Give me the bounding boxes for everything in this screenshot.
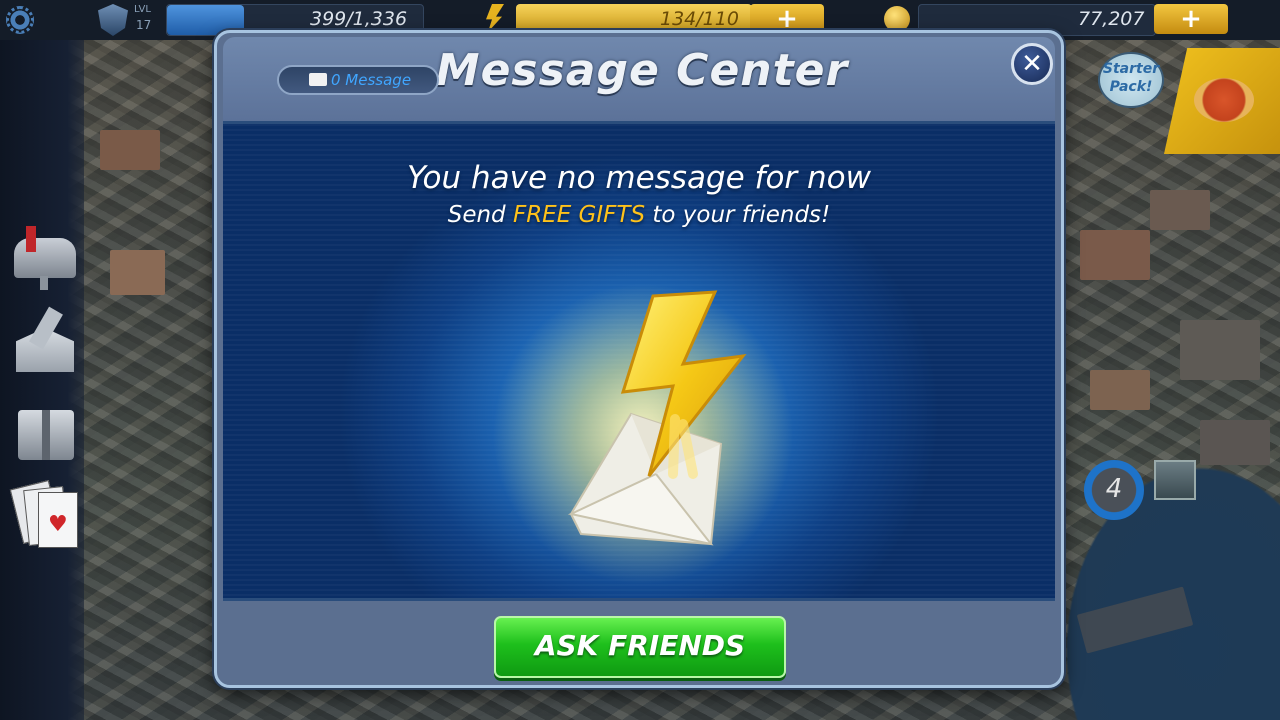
add-coins-button[interactable]: + [1154,4,1228,34]
map-pin-icon[interactable]: 4 [1084,460,1144,520]
left-side-panel [0,40,84,720]
envelope-icon [309,73,327,86]
energy-value: 134/110 [660,8,739,30]
message-count-label: 0 Message [331,71,412,89]
message-center-dialog: Message Center 0 Message ✕ You have no m… [214,30,1064,688]
mailbox-icon[interactable] [12,222,78,292]
energy-bolt-icon [486,4,504,32]
settings-gear-icon[interactable] [6,6,34,34]
envelope-lightning-icon [493,284,793,584]
xp-value: 399/1,336 [310,8,408,30]
dialog-content-panel: You have no message for now Send FREE GI… [223,121,1055,601]
map-pin-count: 4 [1105,474,1123,504]
starter-pack-label: Starter Pack! [1102,61,1160,95]
cards-icon[interactable]: ♥ [9,479,78,550]
message-count-pill: 0 Message [277,65,439,95]
level-value: 17 [136,18,152,32]
player-avatar-icon[interactable] [1154,460,1196,500]
send-mail-icon[interactable] [12,306,78,376]
coin-icon [884,6,910,32]
coins-value: 77,207 [1078,8,1145,30]
ask-friends-button[interactable]: ASK FRIENDS [494,616,786,678]
shield-level-icon [98,4,128,36]
gift-box-icon[interactable] [12,394,78,464]
level-label: LVL [134,4,151,15]
starter-pack-bubble[interactable]: Starter Pack! [1098,52,1164,108]
close-button[interactable]: ✕ [1011,43,1053,85]
